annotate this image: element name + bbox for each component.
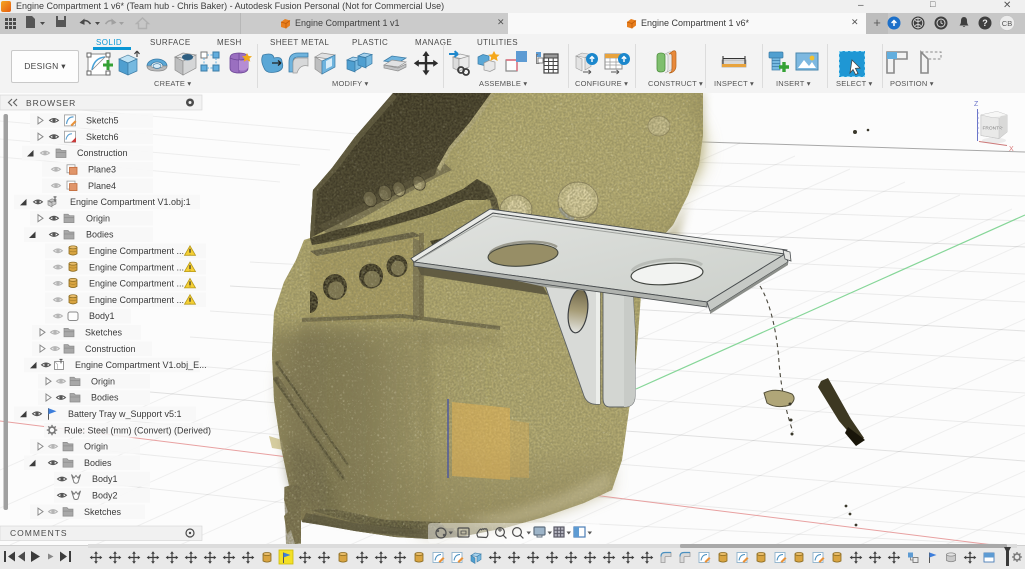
svg-text:Bodies: Bodies bbox=[84, 458, 112, 468]
svg-text:BROWSER: BROWSER bbox=[26, 98, 76, 108]
svg-text:Engine Compartment ...: Engine Compartment ... bbox=[89, 279, 184, 289]
svg-text:Body2: Body2 bbox=[92, 491, 118, 501]
svg-text:Sketch6: Sketch6 bbox=[86, 132, 119, 142]
svg-text:Body1: Body1 bbox=[89, 311, 115, 321]
svg-text:Sketch5: Sketch5 bbox=[86, 116, 119, 126]
svg-text:FRONT: FRONT bbox=[983, 126, 1000, 132]
svg-text:Origin: Origin bbox=[84, 442, 108, 452]
svg-text:Engine Compartment ...: Engine Compartment ... bbox=[89, 295, 184, 305]
svg-text:?: ? bbox=[982, 18, 988, 28]
svg-text:Construction: Construction bbox=[77, 148, 128, 158]
svg-text:Body1: Body1 bbox=[92, 474, 118, 484]
svg-text:COMMENTS: COMMENTS bbox=[10, 528, 68, 538]
svg-text:Engine Compartment ...: Engine Compartment ... bbox=[89, 246, 184, 256]
svg-text:Plane3: Plane3 bbox=[88, 165, 116, 175]
svg-text:X: X bbox=[1009, 146, 1014, 153]
svg-text:Plane4: Plane4 bbox=[88, 181, 116, 191]
svg-text:Engine Compartment V1.obj_E...: Engine Compartment V1.obj_E... bbox=[75, 360, 207, 370]
svg-text:Rule: Steel (mm) (Convert) (De: Rule: Steel (mm) (Convert) (Derived) bbox=[64, 425, 211, 435]
svg-text:Origin: Origin bbox=[86, 213, 110, 223]
svg-text:Sketches: Sketches bbox=[85, 328, 123, 338]
svg-text:Bodies: Bodies bbox=[91, 393, 119, 403]
svg-text:Z: Z bbox=[974, 101, 979, 108]
svg-text:Bodies: Bodies bbox=[86, 230, 114, 240]
svg-text:CB: CB bbox=[1002, 19, 1012, 28]
svg-text:Origin: Origin bbox=[91, 376, 115, 386]
svg-text:Construction: Construction bbox=[85, 344, 136, 354]
svg-text:Sketches: Sketches bbox=[84, 507, 122, 517]
svg-text:Battery Tray w_Support v5:1: Battery Tray w_Support v5:1 bbox=[68, 409, 182, 419]
svg-text:Engine Compartment ...: Engine Compartment ... bbox=[89, 262, 184, 272]
svg-text:Engine Compartment V1.obj:1: Engine Compartment V1.obj:1 bbox=[70, 197, 191, 207]
